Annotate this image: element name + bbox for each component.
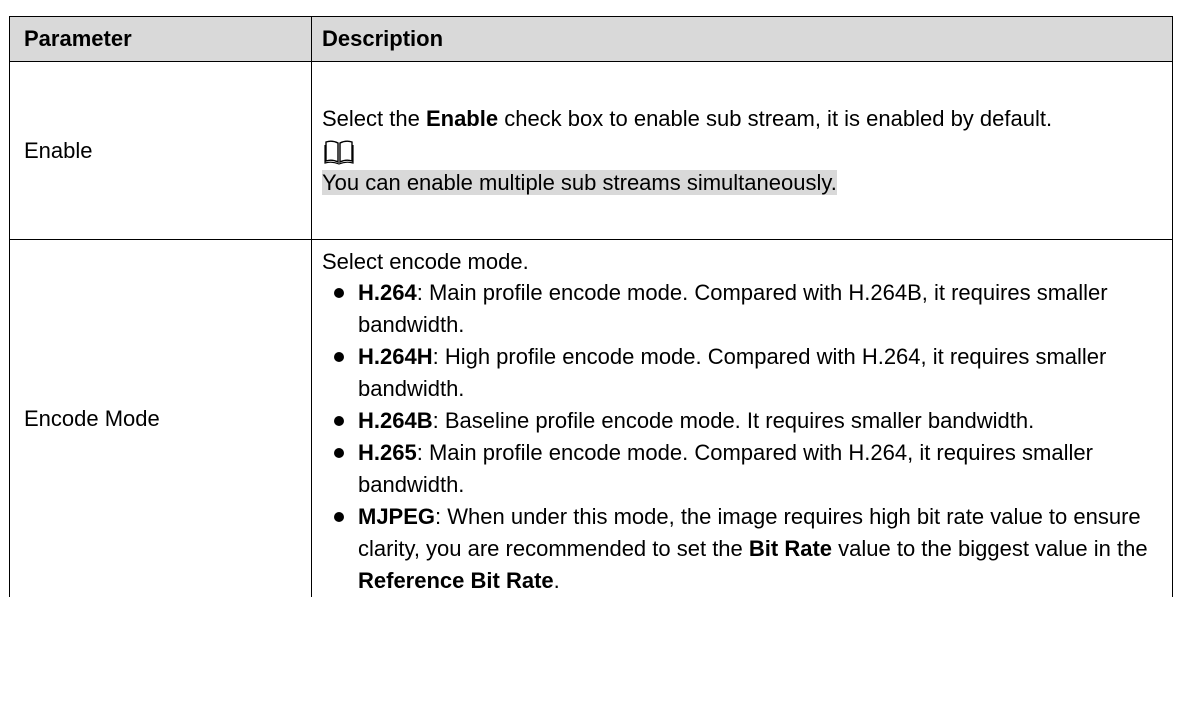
text-run: value to the biggest value in the xyxy=(832,536,1148,561)
parameter-table: Parameter Description Enable Select the … xyxy=(9,16,1173,597)
parameter-description: Select encode mode. H.264: Main profile … xyxy=(311,239,1173,597)
list-item: H.264H: High profile encode mode. Compar… xyxy=(322,341,1172,405)
encode-mode-list: H.264: Main profile encode mode. Compare… xyxy=(322,277,1172,597)
bold-term: Enable xyxy=(425,106,499,131)
list-item: H.264: Main profile encode mode. Compare… xyxy=(322,277,1172,341)
bold-term: H.265 xyxy=(358,440,417,465)
list-item: H.264B: Baseline profile encode mode. It… xyxy=(322,405,1172,437)
description-intro: Select encode mode. xyxy=(322,249,529,274)
bold-term: H.264B xyxy=(358,408,433,433)
bold-term: H.264 xyxy=(358,280,417,305)
parameter-name: Encode Mode xyxy=(9,239,312,597)
parameter-description: Select the Enable check box to enable su… xyxy=(311,61,1173,240)
table-row: Encode Mode Select encode mode. H.264: M… xyxy=(9,239,1173,597)
bold-term: Bit Rate xyxy=(748,536,833,561)
text-run: : Main profile encode mode. Compared wit… xyxy=(358,280,1108,337)
text-run: . xyxy=(553,568,560,593)
parameter-name: Enable xyxy=(9,61,312,240)
text-run: : High profile encode mode. Compared wit… xyxy=(358,344,1107,401)
bold-term: Reference Bit Rate xyxy=(358,568,554,593)
book-note-icon xyxy=(324,140,354,165)
note-text: You can enable multiple sub streams simu… xyxy=(322,170,837,195)
description-text: Select the Enable check box to enable su… xyxy=(322,103,1172,134)
text-run: : Baseline profile encode mode. It requi… xyxy=(432,408,1035,433)
table-row: Enable Select the Enable check box to en… xyxy=(9,61,1173,240)
text-run: check box to enable sub stream, it is en… xyxy=(498,106,1053,131)
bold-term: MJPEG xyxy=(358,504,436,529)
table-header-row: Parameter Description xyxy=(9,16,1173,62)
note-paragraph: You can enable multiple sub streams simu… xyxy=(322,167,1172,198)
list-item: MJPEG: When under this mode, the image r… xyxy=(322,501,1172,597)
header-parameter: Parameter xyxy=(9,16,312,62)
text-run: : Main profile encode mode. Compared wit… xyxy=(358,440,1093,497)
text-run: Select the xyxy=(322,106,426,131)
header-description: Description xyxy=(311,16,1173,62)
bold-term: H.264H xyxy=(358,344,433,369)
list-item: H.265: Main profile encode mode. Compare… xyxy=(322,437,1172,501)
